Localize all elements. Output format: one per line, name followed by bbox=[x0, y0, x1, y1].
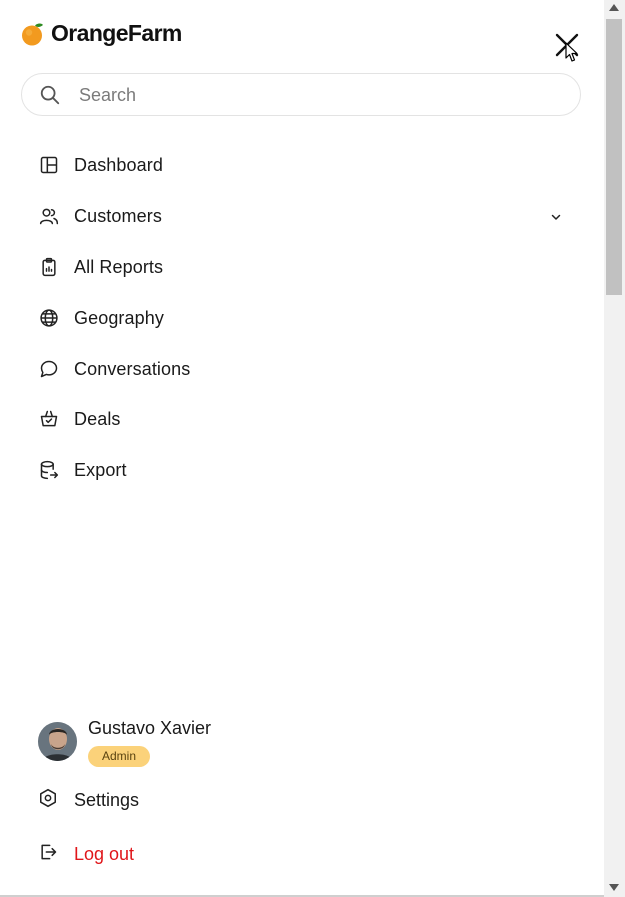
sidebar-item-conversations[interactable]: Conversations bbox=[38, 349, 568, 389]
sidebar-item-all-reports[interactable]: All Reports bbox=[38, 247, 568, 287]
settings-link[interactable]: Settings bbox=[38, 783, 438, 817]
brand-name: OrangeFarm bbox=[51, 20, 182, 46]
brand[interactable]: OrangeFarm bbox=[21, 20, 182, 47]
dashboard-icon bbox=[38, 154, 60, 176]
sidebar-item-label: Deals bbox=[74, 408, 121, 429]
users-icon bbox=[38, 205, 60, 227]
sidebar-item-label: Dashboard bbox=[74, 154, 163, 175]
database-export-icon bbox=[38, 459, 60, 481]
sidebar-item-label: Customers bbox=[74, 205, 162, 226]
avatar bbox=[38, 722, 77, 761]
search-icon bbox=[39, 84, 61, 111]
scrollbar[interactable] bbox=[604, 0, 625, 897]
chat-bubble-icon bbox=[38, 358, 60, 380]
settings-icon bbox=[38, 788, 58, 813]
chevron-down-icon[interactable] bbox=[550, 210, 562, 228]
orange-logo-icon bbox=[21, 22, 45, 46]
sidebar-item-dashboard[interactable]: Dashboard bbox=[38, 145, 568, 185]
sidebar-item-geography[interactable]: Geography bbox=[38, 298, 568, 338]
sidebar-item-deals[interactable]: Deals bbox=[38, 399, 568, 439]
logout-icon bbox=[38, 842, 58, 867]
basket-icon bbox=[38, 408, 60, 430]
user-profile[interactable]: Gustavo Xavier Admin bbox=[38, 716, 438, 774]
logout-button[interactable]: Log out bbox=[38, 837, 438, 871]
scroll-down-arrow-icon[interactable] bbox=[609, 884, 619, 891]
search-box[interactable] bbox=[21, 73, 581, 116]
scrollbar-thumb[interactable] bbox=[606, 19, 622, 295]
settings-label: Settings bbox=[74, 789, 140, 810]
logout-label: Log out bbox=[74, 843, 135, 864]
search-input[interactable] bbox=[79, 84, 559, 106]
sidebar-item-label: Geography bbox=[74, 307, 164, 328]
mouse-cursor-icon bbox=[565, 42, 579, 63]
user-name: Gustavo Xavier bbox=[88, 718, 212, 738]
sidebar-item-label: Export bbox=[74, 459, 127, 480]
sidebar-item-customers[interactable]: Customers bbox=[38, 196, 568, 236]
role-badge: Admin bbox=[88, 746, 151, 767]
scroll-up-arrow-icon[interactable] bbox=[609, 4, 619, 11]
sidebar-item-label: Conversations bbox=[74, 358, 191, 379]
sidebar-item-export[interactable]: Export bbox=[38, 450, 568, 490]
globe-icon bbox=[38, 307, 60, 329]
clipboard-icon bbox=[38, 256, 60, 278]
sidebar-item-label: All Reports bbox=[74, 256, 164, 277]
sidebar-panel: OrangeFarm Dashboard bbox=[0, 0, 604, 897]
